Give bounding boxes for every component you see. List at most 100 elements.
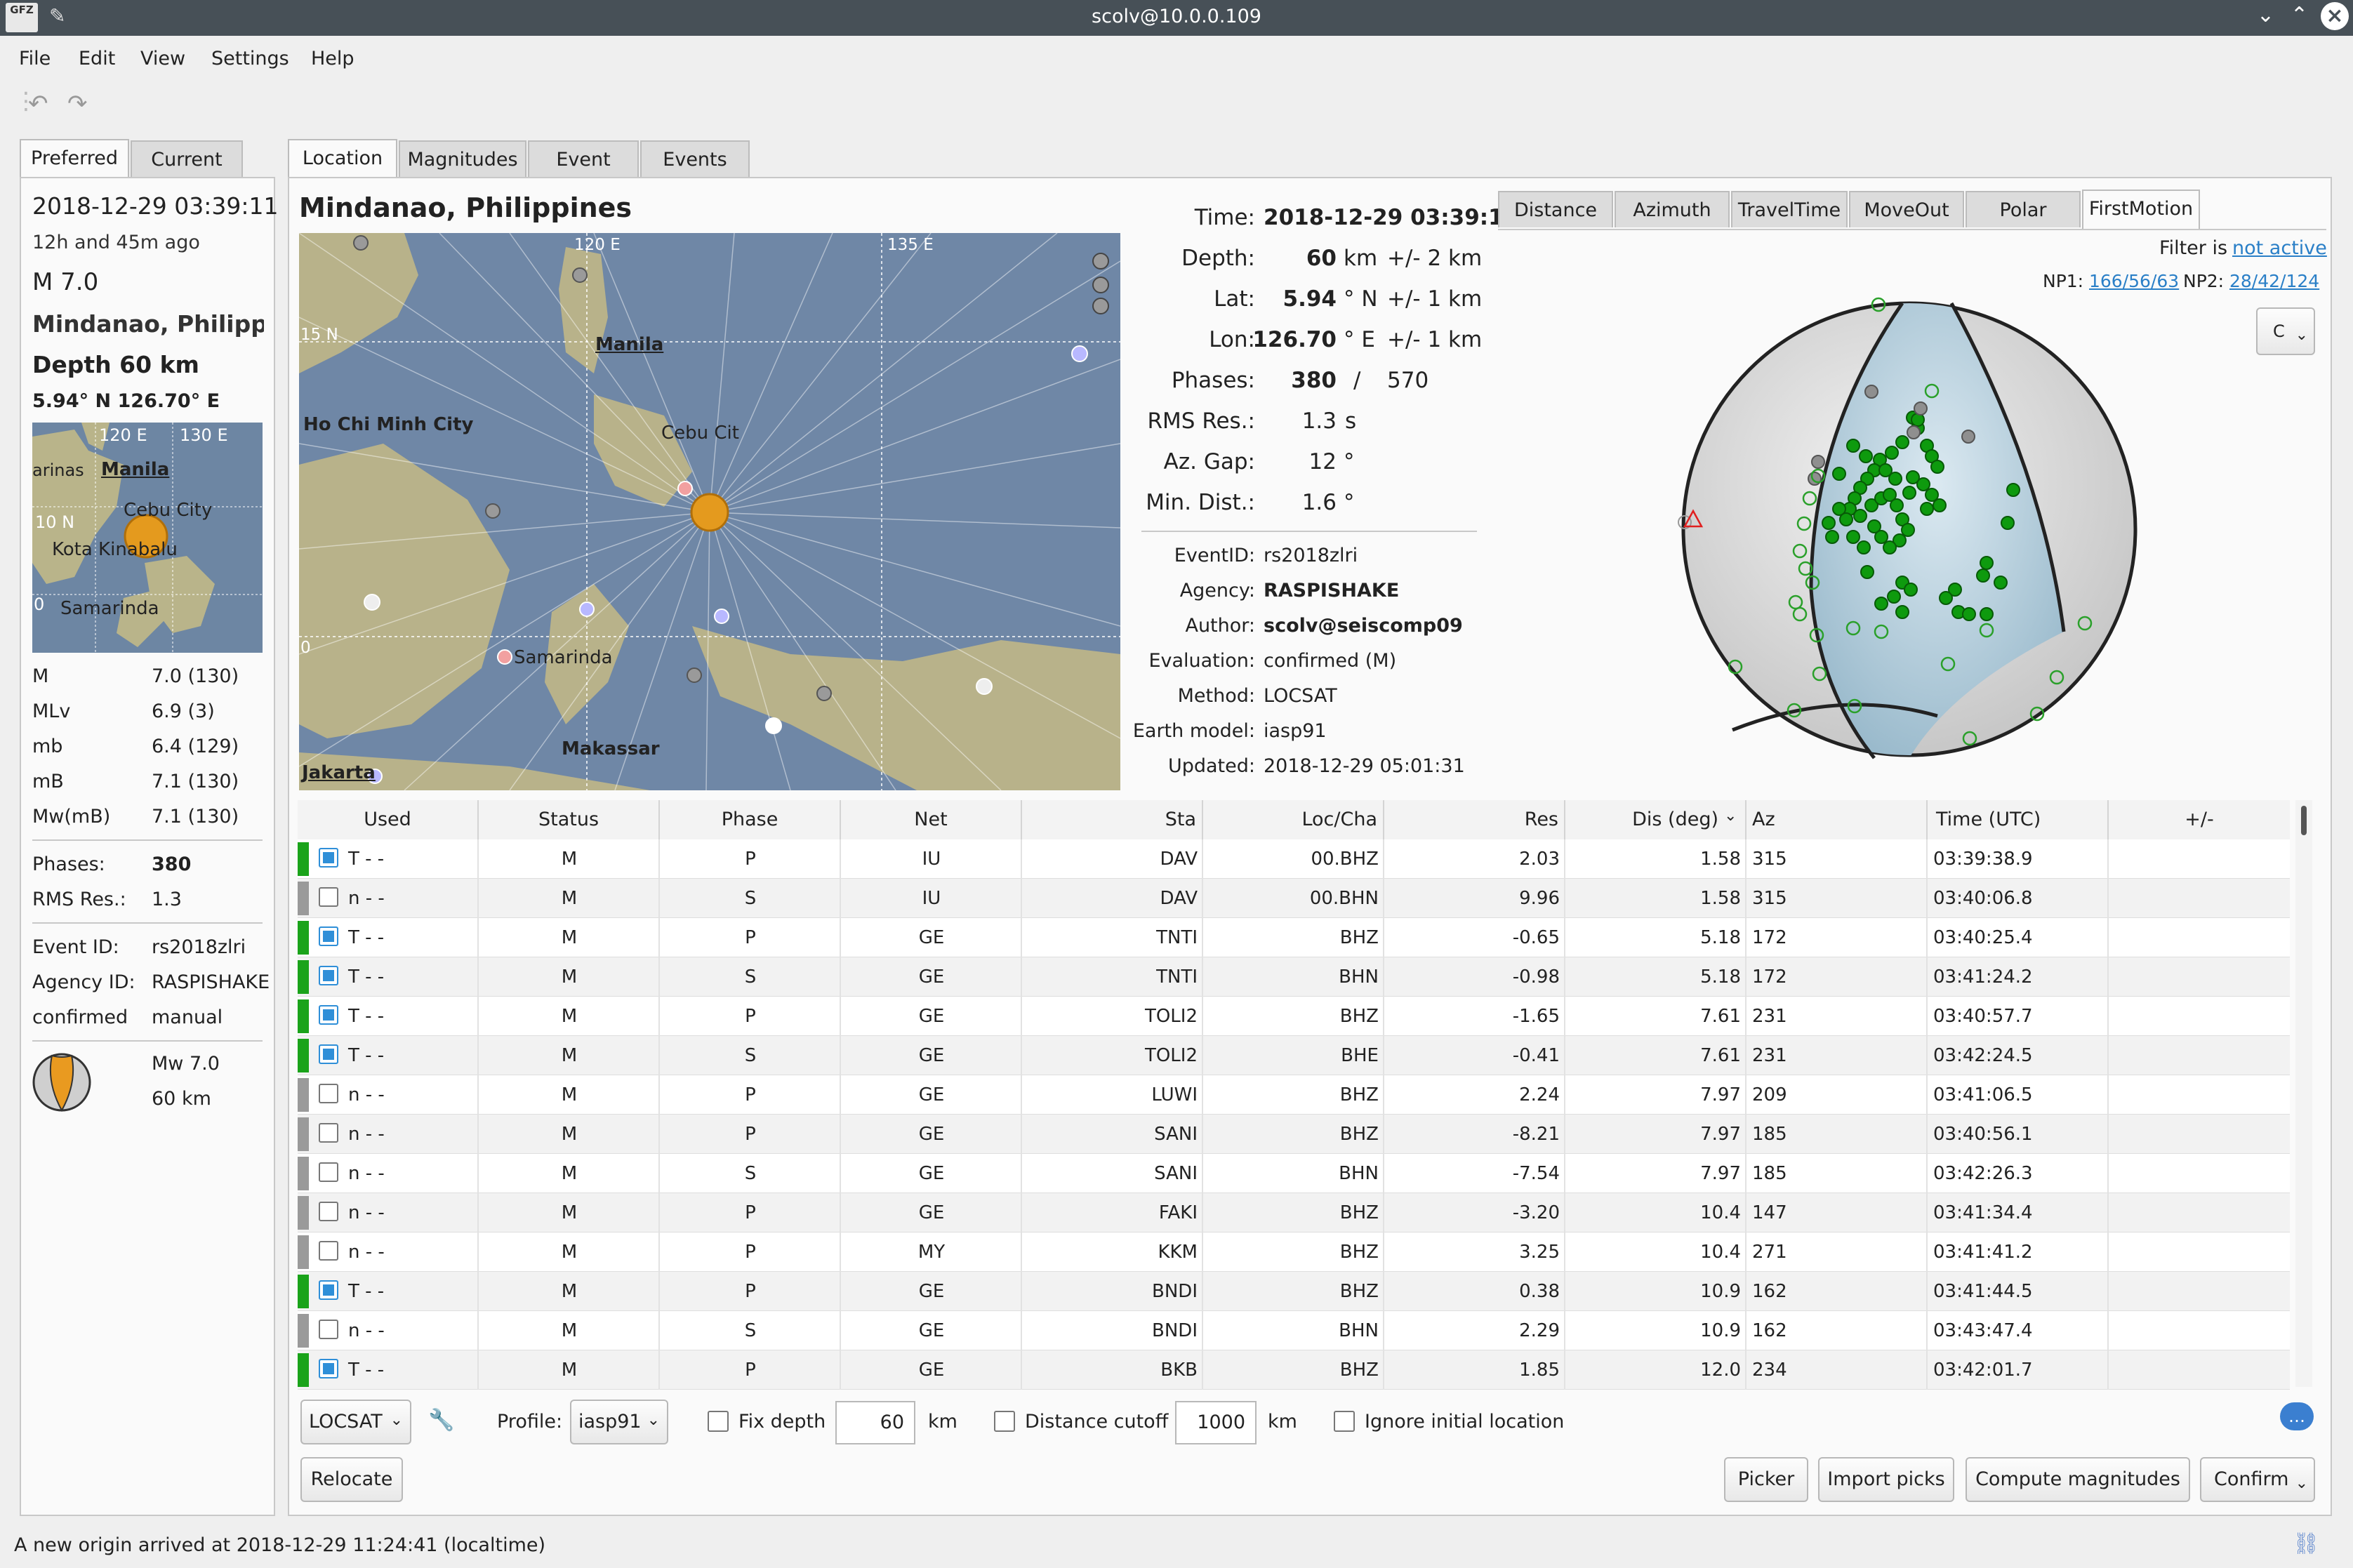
col-used[interactable]: Used <box>298 800 479 839</box>
mag-value: 6.9 (3) <box>152 700 215 722</box>
tab-events[interactable]: Events <box>640 140 750 177</box>
col-loccha[interactable]: Loc/Cha <box>1203 800 1384 839</box>
table-row[interactable]: T - - M S GE TNTI BHN -0.98 5.18 172 03:41:24.2 <box>298 957 2290 997</box>
table-row[interactable]: n - - M P GE LUWI BHZ 2.24 7.97 209 03:41:06.5 <box>298 1075 2290 1115</box>
table-scrollbar[interactable] <box>2295 800 2312 1387</box>
status-cell: M <box>561 888 578 909</box>
close-icon[interactable]: × <box>2321 2 2349 30</box>
relocate-button[interactable]: Relocate <box>300 1457 403 1502</box>
menu-view[interactable]: View <box>140 48 185 69</box>
tab-distance[interactable]: Distance <box>1498 191 1613 227</box>
distance-cutoff-checkbox[interactable] <box>994 1411 1015 1432</box>
menu-file[interactable]: File <box>19 48 51 69</box>
locator-value: LOCSAT <box>309 1411 383 1433</box>
profile-label: Profile: <box>497 1411 563 1433</box>
scrollbar-handle[interactable] <box>2301 806 2307 835</box>
column-divider <box>477 1036 479 1075</box>
used-checkbox[interactable] <box>319 1320 338 1339</box>
used-checkbox[interactable] <box>319 966 338 985</box>
tab-current[interactable]: Current <box>131 140 243 177</box>
col-sta[interactable]: Sta <box>1022 800 1203 839</box>
col-phase[interactable]: Phase <box>660 800 841 839</box>
tab-polar[interactable]: Polar <box>1966 191 2081 227</box>
col-az[interactable]: Az <box>1746 800 1928 839</box>
tab-event[interactable]: Event <box>528 140 639 177</box>
table-row[interactable]: T - - M P GE TNTI BHZ -0.65 5.18 172 03:40:25.4 <box>298 918 2290 957</box>
component-combo[interactable]: C ⌄ <box>2256 307 2315 355</box>
ignore-initial-location-checkbox[interactable] <box>1334 1411 1355 1432</box>
distance-cell: 7.97 <box>1700 1084 1741 1105</box>
col-res[interactable]: Res <box>1384 800 1565 839</box>
tab-location[interactable]: Location <box>288 139 397 178</box>
table-row[interactable]: T - - M P IU DAV 00.BHZ 2.03 1.58 315 03:39:38.9 <box>298 839 2290 879</box>
unused-marker <box>298 1157 309 1190</box>
agency-id-value: RASPISHAKE <box>152 971 270 993</box>
maximize-icon[interactable]: ⌃ <box>2291 3 2308 27</box>
map-lat-label: 0 <box>300 639 311 657</box>
col-plusminus[interactable]: +/- <box>2109 800 2290 839</box>
confirm-button[interactable]: Confirm ⌄ <box>2200 1457 2315 1502</box>
table-row[interactable]: T - - M P GE BKB BHZ 1.85 12.0 234 03:42:01.7 <box>298 1350 2290 1390</box>
column-divider <box>1926 997 1928 1036</box>
map-city-label: Jakarta <box>302 762 376 783</box>
event-map[interactable]: 120 E 135 E 15 N 0 Manila Ho Chi Minh Ci… <box>299 233 1120 790</box>
locator-select[interactable]: LOCSAT ⌄ <box>300 1400 411 1444</box>
used-flag: n - - <box>348 1320 385 1341</box>
tab-magnitudes[interactable]: Magnitudes <box>399 140 526 177</box>
col-dis[interactable]: Dis (deg) <box>1565 800 1746 839</box>
table-row[interactable]: n - - M S GE SANI BHN -7.54 7.97 185 03:42:26.3 <box>298 1154 2290 1193</box>
used-checkbox[interactable] <box>319 848 338 868</box>
beachball-plot[interactable] <box>1671 295 2148 772</box>
used-checkbox[interactable] <box>319 1044 338 1064</box>
table-row[interactable]: T - - M P GE BNDI BHZ 0.38 10.9 162 03:41:44.5 <box>298 1272 2290 1311</box>
comment-icon[interactable]: … <box>2280 1402 2314 1430</box>
table-row[interactable]: T - - M S GE TOLI2 BHE -0.41 7.61 231 03:42:24.5 <box>298 1036 2290 1075</box>
used-checkbox[interactable] <box>319 1202 338 1221</box>
azimuth-cell: 172 <box>1752 927 1787 948</box>
fix-depth-input[interactable]: 60 <box>835 1401 915 1444</box>
used-checkbox[interactable] <box>319 1123 338 1143</box>
used-checkbox[interactable] <box>319 1084 338 1103</box>
wrench-icon[interactable]: 🔧 <box>428 1408 454 1433</box>
tab-firstmotion[interactable]: FirstMotion <box>2082 190 2200 230</box>
compute-magnitudes-button[interactable]: Compute magnitudes <box>1966 1457 2190 1502</box>
minimize-icon[interactable]: ⌄ <box>2257 3 2274 27</box>
column-divider <box>2107 1193 2109 1233</box>
undo-icon[interactable]: ↶ <box>28 90 48 118</box>
used-checkbox[interactable] <box>319 1162 338 1182</box>
tab-traveltime[interactable]: TravelTime <box>1731 191 1848 227</box>
table-row[interactable]: n - - M P GE SANI BHZ -8.21 7.97 185 03:40:56.1 <box>298 1115 2290 1154</box>
col-time[interactable]: Time (UTC) <box>1928 800 2109 839</box>
column-divider <box>477 1075 479 1115</box>
tab-azimuth[interactable]: Azimuth <box>1615 191 1730 227</box>
table-row[interactable]: n - - M P MY KKM BHZ 3.25 10.4 271 03:41:41.2 <box>298 1233 2290 1272</box>
col-status[interactable]: Status <box>479 800 660 839</box>
used-checkbox[interactable] <box>319 1280 338 1300</box>
fix-depth-checkbox[interactable] <box>708 1411 729 1432</box>
col-net[interactable]: Net <box>841 800 1022 839</box>
used-checkbox[interactable] <box>319 1005 338 1025</box>
tab-moveout[interactable]: MoveOut <box>1849 191 1964 227</box>
table-row[interactable]: n - - M S IU DAV 00.BHN 9.96 1.58 315 03:40:06.8 <box>298 879 2290 918</box>
picker-button[interactable]: Picker <box>1724 1457 1808 1502</box>
table-row[interactable]: n - - M S GE BNDI BHN 2.29 10.9 162 03:43:47.4 <box>298 1311 2290 1350</box>
redo-icon[interactable]: ↷ <box>67 90 88 118</box>
filter-link[interactable]: not active <box>2232 237 2327 259</box>
used-checkbox[interactable] <box>319 887 338 907</box>
menu-edit[interactable]: Edit <box>79 48 115 69</box>
used-checkbox[interactable] <box>319 1241 338 1261</box>
tab-preferred[interactable]: Preferred <box>20 139 129 178</box>
mindist-unit: ° <box>1344 490 1355 515</box>
np1-link[interactable]: 166/56/63 <box>2089 271 2179 291</box>
table-row[interactable]: T - - M P GE TOLI2 BHZ -1.65 7.61 231 03:40:57.7 <box>298 997 2290 1036</box>
np2-link[interactable]: 28/42/124 <box>2229 271 2319 291</box>
used-checkbox[interactable] <box>319 1359 338 1378</box>
import-picks-button[interactable]: Import picks <box>1818 1457 1954 1502</box>
menu-settings[interactable]: Settings <box>211 48 289 69</box>
table-row[interactable]: n - - M P GE FAKI BHZ -3.20 10.4 147 03:41:34.4 <box>298 1193 2290 1233</box>
time-cell: 03:40:06.8 <box>1933 888 2033 909</box>
used-checkbox[interactable] <box>319 926 338 946</box>
profile-select[interactable]: iasp91 ⌄ <box>570 1400 668 1444</box>
distance-cutoff-input[interactable]: 1000 <box>1175 1401 1257 1444</box>
menu-help[interactable]: Help <box>311 48 354 69</box>
